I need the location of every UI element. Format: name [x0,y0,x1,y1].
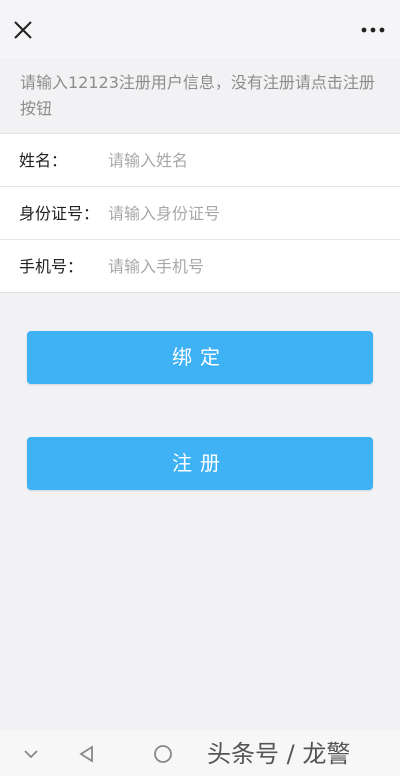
form-row-phone: 手机号： [0,240,400,293]
binding-form: 姓名： 身份证号： 手机号： [0,134,400,293]
name-input[interactable] [108,144,378,177]
id-number-input[interactable] [108,197,378,230]
phone-input[interactable] [108,250,378,283]
phone-label: 手机号： [19,257,84,276]
bind-button[interactable]: 绑定 [27,331,373,384]
name-label: 姓名： [19,151,68,170]
register-button[interactable]: 注册 [27,437,373,490]
more-icon[interactable] [360,20,386,40]
back-triangle-icon[interactable] [76,743,98,765]
form-row-name: 姓名： [0,134,400,187]
system-nav-bar: 头条号 / 龙警 [0,730,400,776]
home-circle-icon[interactable] [152,743,174,765]
form-row-id-number: 身份证号： [0,187,400,240]
watermark-text: 头条号 / 龙警 [207,740,351,768]
id-number-label: 身份证号： [19,204,100,223]
close-icon[interactable] [10,17,36,43]
title-bar [0,0,400,58]
notice-text: 请输入12123注册用户信息，没有注册请点击注册按钮 [0,58,400,134]
chevron-down-icon[interactable] [20,743,42,765]
